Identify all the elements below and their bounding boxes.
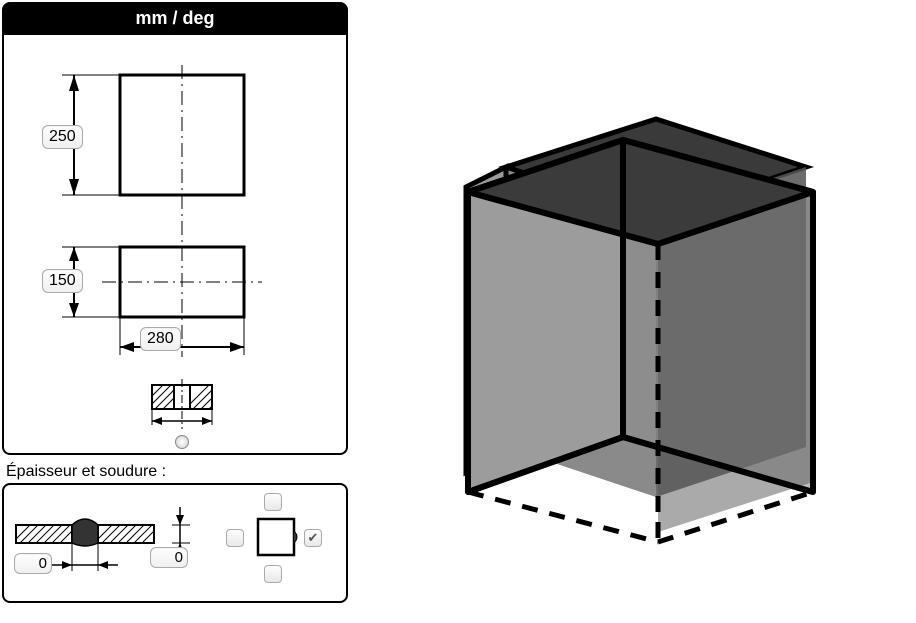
dimensions-panel: 250 150 280	[2, 35, 348, 455]
preview-3d[interactable]	[350, 0, 916, 623]
thickness-input[interactable]: 0	[150, 547, 188, 568]
face-bottom-checkbox[interactable]	[264, 565, 282, 583]
gap-input[interactable]: 0	[14, 553, 52, 574]
wall-slider[interactable]	[175, 435, 189, 449]
face-top-checkbox[interactable]	[264, 493, 282, 511]
weld-panel: 0 0	[2, 483, 348, 603]
width-input[interactable]: 280	[140, 327, 181, 351]
face-left-checkbox[interactable]	[226, 529, 244, 547]
units-header: mm / deg	[2, 2, 348, 35]
height-input[interactable]: 250	[42, 125, 83, 149]
depth-input[interactable]: 150	[42, 269, 83, 293]
face-right-checkbox[interactable]	[304, 529, 322, 547]
weld-section-label: Épaisseur et soudure :	[6, 463, 348, 481]
